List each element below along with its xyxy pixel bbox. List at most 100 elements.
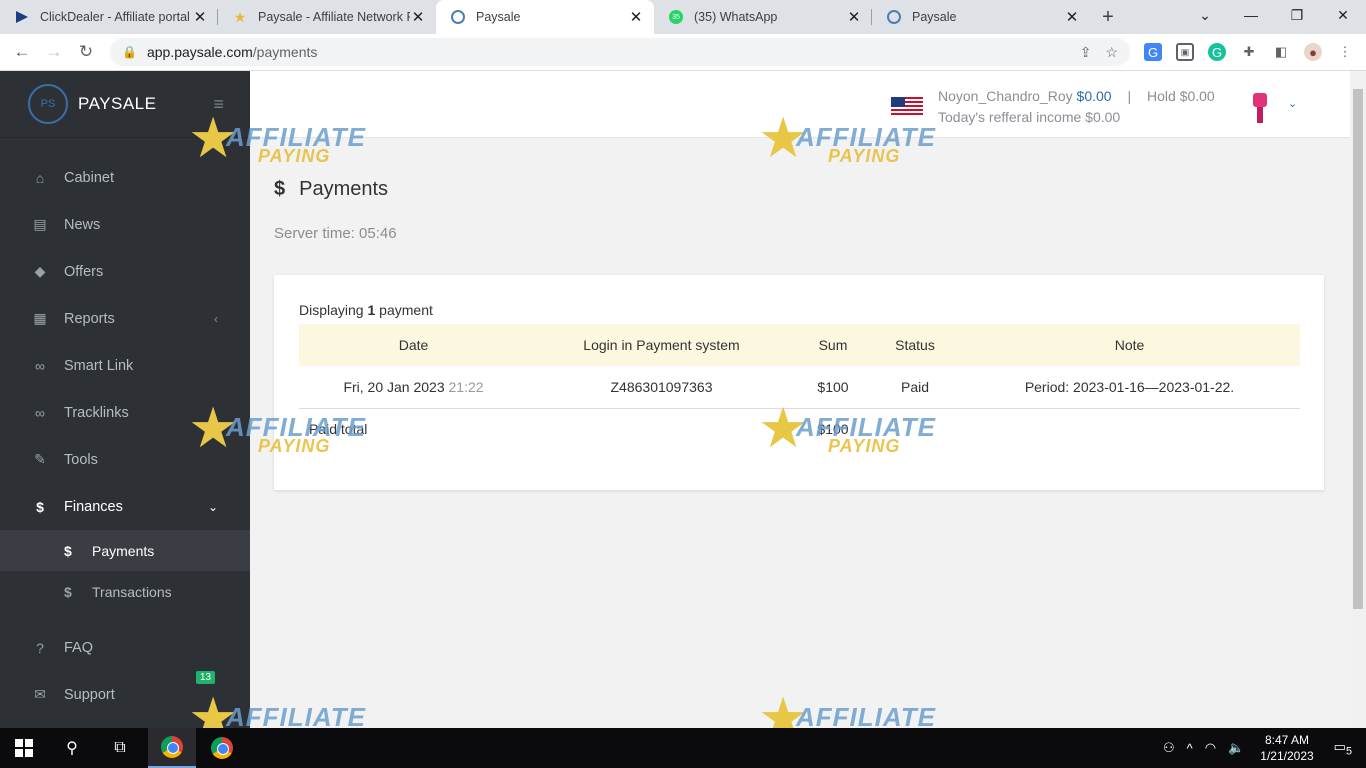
address-bar[interactable]: 🔒 app.paysale.com/payments ⇪ ☆	[110, 38, 1130, 66]
browser-tab-paysale-2[interactable]: Paysale ✕	[872, 0, 1090, 34]
chrome-profile-taskbar-icon[interactable]	[198, 728, 246, 768]
lock-icon[interactable]: 🔒	[122, 45, 137, 59]
link-icon: ∞	[35, 404, 45, 421]
sidebar-menu-bottom: ? FAQ ✉ Support 13	[0, 624, 250, 718]
username[interactable]: Noyon_Chandro_Roy	[938, 88, 1073, 104]
sidebar-item-cabinet[interactable]: ⌂ Cabinet	[0, 154, 250, 201]
browser-tab-clickdealer[interactable]: ClickDealer - Affiliate portal ✕	[0, 0, 218, 34]
chrome-taskbar-icon[interactable]	[148, 728, 196, 768]
page-scrollbar[interactable]	[1350, 71, 1366, 728]
close-icon[interactable]: ✕	[628, 8, 644, 26]
brand-name: PAYSALE	[78, 94, 157, 113]
new-tab-button[interactable]: +	[1090, 0, 1126, 34]
tab-search-icon[interactable]: ⌄	[1182, 0, 1228, 30]
people-icon[interactable]: ⚇	[1163, 740, 1175, 756]
screen-capture-icon[interactable]: ▣	[1176, 43, 1194, 61]
volume-icon[interactable]: 🔈	[1228, 740, 1244, 756]
table-icon: ▦	[33, 310, 47, 326]
ticket-icon: ✉	[34, 686, 46, 702]
sidebar-item-faq[interactable]: ? FAQ	[0, 624, 250, 671]
browser-tab-paysale-network[interactable]: ★ Paysale - Affiliate Network Re ✕	[218, 0, 436, 34]
hold-label: Hold	[1147, 88, 1176, 104]
close-window-button[interactable]: ✕	[1320, 0, 1366, 30]
cell-status: Paid	[900, 378, 930, 395]
menu-kebab-icon[interactable]: ⋮	[1336, 43, 1354, 61]
restore-button[interactable]: ❐	[1274, 0, 1320, 30]
close-icon[interactable]: ✕	[1064, 8, 1080, 26]
browser-tab-whatsapp[interactable]: 35 (35) WhatsApp ✕	[654, 0, 872, 34]
browser-tab-paysale-active[interactable]: Paysale ✕	[436, 0, 654, 34]
notifications-icon[interactable]: ▭5	[1334, 739, 1352, 758]
sidebar-item-label: FAQ	[64, 639, 94, 656]
column-header[interactable]: Date	[299, 324, 528, 366]
newspaper-icon: ▤	[33, 216, 47, 232]
wifi-icon[interactable]: ◠	[1205, 740, 1216, 756]
display-suffix: payment	[379, 302, 433, 318]
column-header[interactable]: Sum	[795, 324, 871, 366]
close-icon[interactable]: ✕	[192, 8, 208, 26]
sidebar-item-reports[interactable]: ▦ Reports ‹	[0, 295, 250, 342]
page-title-text: Payments	[299, 178, 389, 200]
windows-start-button[interactable]	[0, 728, 48, 768]
display-prefix: Displaying	[299, 302, 364, 318]
total-label: Paid total	[309, 421, 368, 438]
hamburger-icon[interactable]: ≡	[213, 94, 224, 115]
sidebar-item-offers[interactable]: ◆ Offers	[0, 248, 250, 295]
cell-sum: $100	[817, 378, 849, 395]
close-icon[interactable]: ✕	[846, 8, 862, 26]
paysale-icon	[886, 9, 902, 25]
chevron-left-icon: ‹	[214, 311, 218, 326]
payments-panel: Displaying 1 payment Date Login in Payme…	[274, 275, 1324, 490]
browser-tab-strip: ClickDealer - Affiliate portal ✕ ★ Paysa…	[0, 0, 1366, 34]
paysale-icon	[450, 9, 466, 25]
tab-title: Paysale	[912, 10, 957, 24]
sidebar-item-support[interactable]: ✉ Support 13	[0, 671, 250, 718]
tab-title: ClickDealer - Affiliate portal	[40, 10, 190, 24]
sidebar-subitem-label: Payments	[92, 542, 155, 559]
sidebar-item-label: Smart Link	[64, 357, 134, 374]
column-header[interactable]: Login in Payment system	[528, 324, 795, 366]
clock[interactable]: 8:47 AM 1/21/2023	[1260, 732, 1313, 764]
sidebar-item-tools[interactable]: ✎ Tools	[0, 436, 250, 483]
back-button[interactable]: ←	[6, 36, 38, 68]
close-icon[interactable]: ✕	[410, 8, 426, 26]
chevron-up-icon[interactable]: ^	[1187, 741, 1193, 756]
sidebar-item-label: Reports	[64, 310, 115, 327]
reload-button[interactable]: ↻	[70, 36, 102, 68]
sidebar-item-finances[interactable]: $ Finances ⌄	[0, 483, 250, 530]
whatsapp-icon: 35	[668, 9, 684, 25]
dollar-icon: $	[274, 178, 286, 200]
windows-logo-icon	[15, 739, 33, 757]
finances-submenu: $ Payments $ Transactions	[0, 530, 250, 612]
chevron-down-icon[interactable]: ⌄	[1288, 97, 1297, 110]
column-header[interactable]: Note	[959, 324, 1300, 366]
forward-button[interactable]: →	[38, 36, 70, 68]
sidebar-subitem-payments[interactable]: $ Payments	[0, 530, 250, 571]
cell-date: Fri, 20 Jan 2023 21:22	[299, 366, 528, 408]
sidebar-subitem-transactions[interactable]: $ Transactions	[0, 571, 250, 612]
share-icon[interactable]: ⇪	[1080, 44, 1092, 61]
search-icon[interactable]: ⚲	[48, 728, 96, 768]
sidebar-subitem-label: Transactions	[92, 583, 172, 600]
side-panel-icon[interactable]: ◧	[1272, 43, 1290, 61]
minimize-button[interactable]: —	[1228, 0, 1274, 30]
brand[interactable]: PS PAYSALE ≡	[0, 71, 250, 138]
us-flag-icon[interactable]	[891, 97, 923, 115]
profile-avatar[interactable]: ●	[1304, 43, 1322, 61]
support-count-badge: 13	[196, 671, 216, 684]
task-view-icon[interactable]: ⧉	[96, 728, 144, 768]
user-info: Noyon_Chandro_Roy $0.00 | Hold $0.00 Tod…	[938, 86, 1215, 128]
empty-cell	[959, 408, 1300, 450]
tab-title: Paysale - Affiliate Network Re	[258, 10, 410, 24]
scrollbar-thumb[interactable]	[1353, 89, 1363, 609]
extensions-puzzle-icon[interactable]: ✚	[1240, 43, 1258, 61]
google-translate-icon[interactable]: G	[1144, 43, 1162, 61]
sidebar-item-tracklinks[interactable]: ∞ Tracklinks	[0, 389, 250, 436]
sidebar-item-smart-link[interactable]: ∞ Smart Link	[0, 342, 250, 389]
wrench-icon: ✎	[34, 451, 46, 467]
grammarly-icon[interactable]: G	[1208, 43, 1226, 61]
column-header[interactable]: Status	[871, 324, 959, 366]
bookmark-star-icon[interactable]: ☆	[1105, 44, 1118, 61]
sidebar-item-news[interactable]: ▤ News	[0, 201, 250, 248]
user-avatar[interactable]	[1253, 93, 1269, 123]
